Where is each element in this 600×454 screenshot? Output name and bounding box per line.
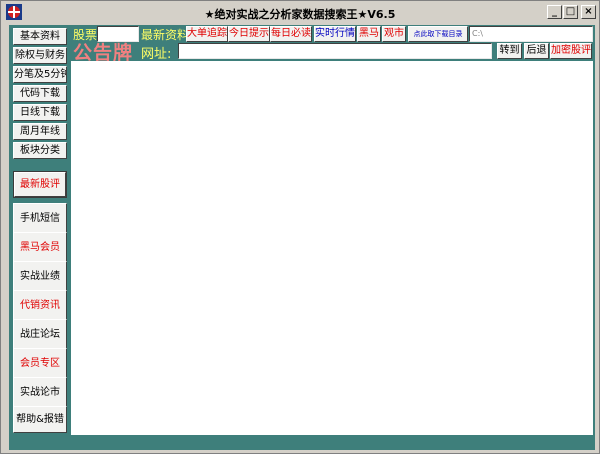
sidebar-item-performance[interactable]: 实战业绩 [13,261,67,292]
sidebar-item-sector-category[interactable]: 板块分类 [13,142,67,159]
sidebar-item-forum[interactable]: 战庄论坛 [13,319,67,350]
latest-info-label: 最新资料 [141,28,190,42]
encrypted-review-button[interactable]: 加密股评 [550,43,592,59]
sidebar-item-latest-review[interactable]: 最新股评 [13,171,67,198]
content-area[interactable] [71,61,595,435]
sidebar-item-weekly-monthly[interactable]: 周月年线 [13,123,67,140]
sidebar-item-market-talk[interactable]: 实战论市 [13,377,67,408]
sidebar-item-basic-info[interactable]: 基本资料 [13,28,67,45]
sidebar-item-darkhorse-member[interactable]: 黑马会员 [13,232,67,263]
sidebar-item-code-download[interactable]: 代码下载 [13,85,67,102]
title-bar[interactable]: ★绝对实战之分析家数据搜索王★V6.5 _ □ × [1,1,599,23]
realtime-quotes-button[interactable]: 实时行情 [314,26,356,42]
app-window: ★绝对实战之分析家数据搜索王★V6.5 _ □ × 基本资料 除权与财务 分笔及… [0,0,600,454]
daily-must-read-button[interactable]: 每日必读 [270,26,312,42]
sidebar: 基本资料 除权与财务 分笔及5分钟 代码下载 日线下载 周月年线 板块分类 最新… [9,25,71,435]
url-input[interactable] [178,43,492,59]
back-button[interactable]: 后退 [524,43,549,59]
sidebar-item-help-report[interactable]: 帮助&报错 [13,406,67,433]
today-tips-button[interactable]: 今日提示 [228,26,270,42]
sidebar-item-agency-news[interactable]: 代销资讯 [13,290,67,321]
sidebar-item-tick-5min[interactable]: 分笔及5分钟 [13,66,67,83]
sidebar-item-exright-finance[interactable]: 除权与财务 [13,47,67,64]
big-order-tracking-button[interactable]: 大单追踪 [186,26,228,42]
close-button[interactable]: × [581,5,596,19]
window-title: ★绝对实战之分析家数据搜索王★V6.5 [204,8,396,21]
sidebar-item-mobile-sms[interactable]: 手机短信 [13,203,67,234]
download-path-field[interactable]: C:\ [469,26,593,42]
minimize-button[interactable]: _ [547,5,562,19]
download-directory-button[interactable]: 点此取下载目录 [408,26,468,42]
maximize-button[interactable]: □ [563,5,578,19]
status-bar [9,435,595,450]
url-label: 网址: [141,47,172,62]
toolbar: 股票 最新资料 大单追踪 今日提示 每日必读 实时行情 黑马 观市 点此取下载目… [71,25,595,64]
sidebar-item-member-area[interactable]: 会员专区 [13,348,67,379]
sidebar-item-daily-download[interactable]: 日线下载 [13,104,67,121]
goto-button[interactable]: 转到 [497,43,522,59]
darkhorse-button[interactable]: 黑马 [357,26,381,42]
market-view-button[interactable]: 观市 [382,26,406,42]
right-border-strip [593,25,595,435]
